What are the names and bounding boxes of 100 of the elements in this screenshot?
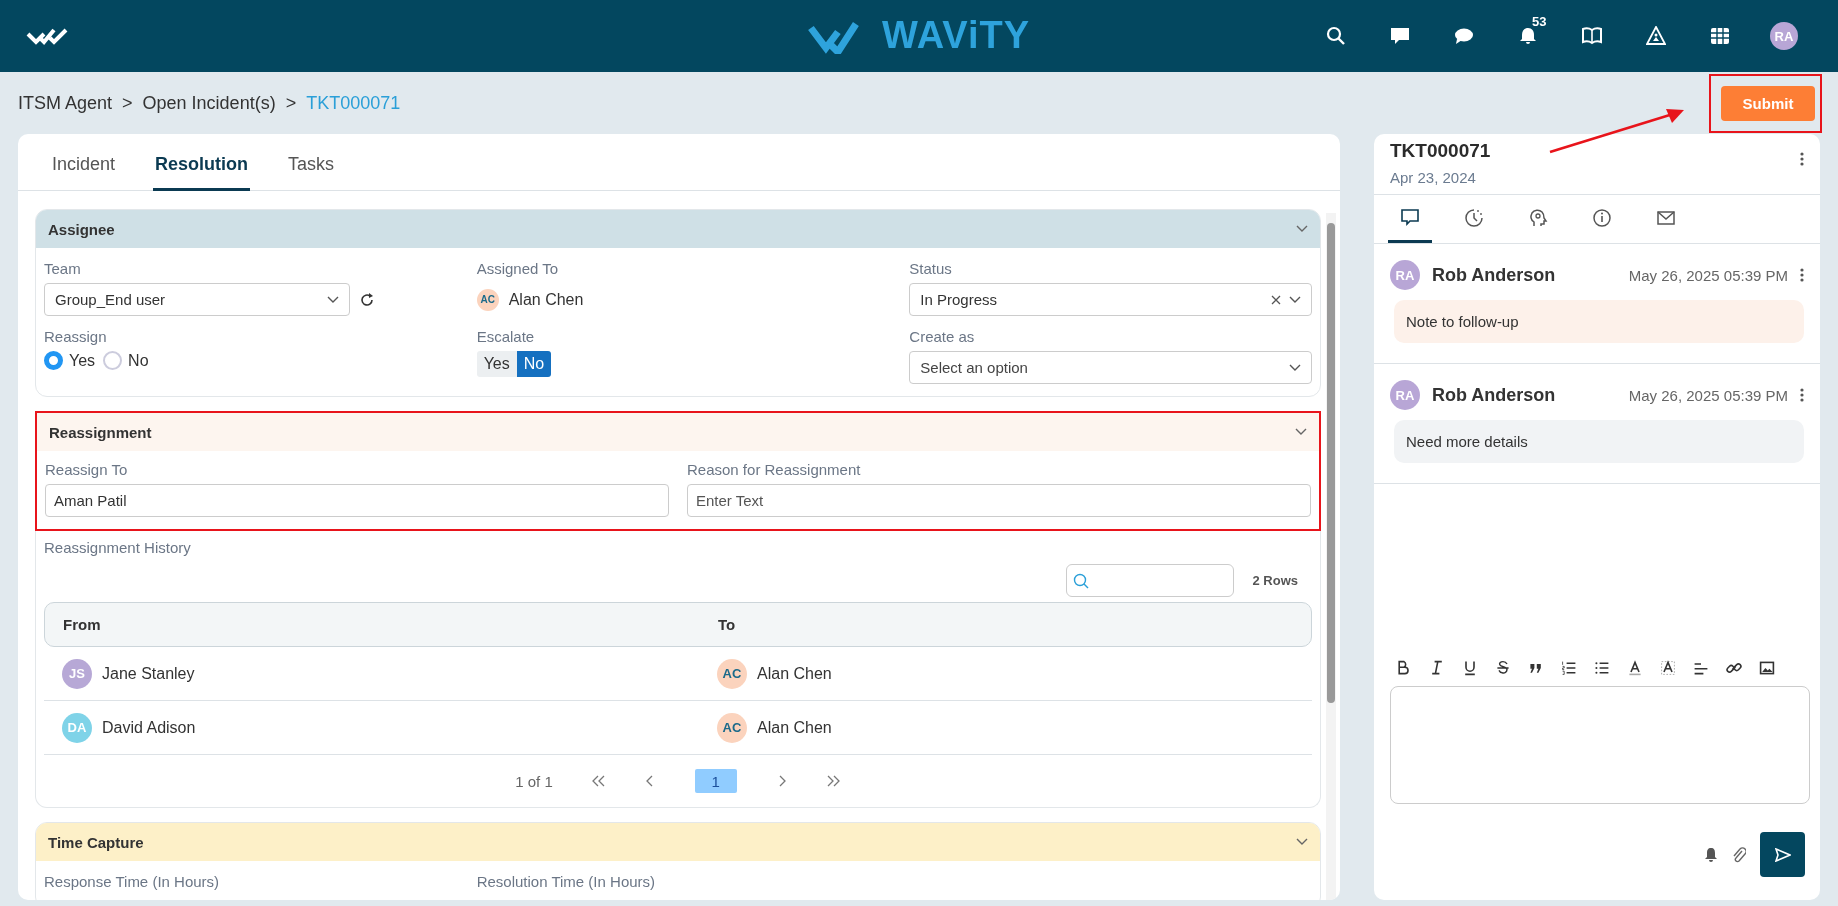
first-page-icon[interactable] bbox=[590, 775, 605, 787]
more-vertical-icon[interactable] bbox=[1800, 268, 1804, 282]
comment-time: May 26, 2025 05:39 PM bbox=[1628, 386, 1788, 404]
person-name: Alan Chen bbox=[757, 664, 832, 683]
comment-text: Need more details bbox=[1394, 420, 1804, 463]
column-header: To bbox=[718, 616, 737, 633]
page-summary: 1 of 1 bbox=[515, 772, 553, 790]
placeholder-text: Select an option bbox=[920, 359, 1029, 376]
highlight-icon[interactable] bbox=[1660, 660, 1676, 676]
comment-author: Rob Anderson bbox=[1432, 384, 1557, 406]
avatar: RA bbox=[1390, 380, 1420, 410]
chevron-down-icon bbox=[1289, 363, 1301, 372]
field-label: Response Time (In Hours) bbox=[44, 873, 221, 890]
send-button[interactable] bbox=[1760, 832, 1805, 877]
field-label: Reassign bbox=[44, 328, 108, 345]
avatar: AC bbox=[476, 288, 499, 311]
radio-circle[interactable] bbox=[103, 351, 123, 370]
section-title: Reassignment bbox=[49, 423, 152, 441]
ticket-date: Apr 23, 2024 bbox=[1390, 169, 1477, 186]
person-name: Jane Stanley bbox=[102, 664, 195, 683]
toggle-option[interactable]: No bbox=[516, 351, 552, 377]
last-page-icon[interactable] bbox=[826, 775, 841, 787]
status-select[interactable]: In Progress bbox=[909, 283, 1312, 316]
breadcrumb-separator: > bbox=[285, 92, 297, 114]
field-value: In Progress bbox=[920, 291, 999, 308]
field-label: Reassign To bbox=[45, 461, 129, 478]
clear-icon bbox=[1271, 294, 1281, 305]
chevron-down-icon bbox=[1296, 838, 1308, 846]
team-select[interactable]: Group_End user bbox=[44, 283, 350, 316]
scrollbar[interactable] bbox=[1326, 213, 1336, 900]
person-name: Alan Chen bbox=[757, 718, 832, 737]
field-label: Escalate bbox=[476, 328, 536, 345]
grid-icon[interactable] bbox=[1710, 26, 1730, 46]
subsection-title: Reassignment History bbox=[44, 539, 192, 556]
head-gear-icon bbox=[1528, 207, 1548, 228]
field-label: Reason for Reassignment bbox=[687, 461, 862, 478]
bullet-list-icon[interactable] bbox=[1594, 660, 1610, 676]
italic-icon[interactable] bbox=[1429, 660, 1445, 676]
field-label: Resolution Time (In Hours) bbox=[476, 873, 657, 890]
chevron-down-icon bbox=[1295, 428, 1307, 436]
tab[interactable]: Resolution bbox=[153, 134, 251, 191]
avatar: AC bbox=[717, 658, 747, 689]
chat-bubble-icon[interactable] bbox=[1454, 26, 1474, 46]
comment-icon bbox=[1400, 207, 1420, 228]
radio-circle[interactable] bbox=[44, 351, 63, 370]
breadcrumb-link[interactable]: ITSM Agent bbox=[18, 92, 113, 114]
tab[interactable]: Incident bbox=[50, 134, 118, 191]
check-logo-icon bbox=[26, 26, 70, 46]
field-label: Status bbox=[909, 260, 953, 277]
comment-time: May 26, 2025 05:39 PM bbox=[1628, 266, 1788, 284]
comment-author: Rob Anderson bbox=[1432, 264, 1557, 286]
chevron-down-icon bbox=[1296, 225, 1308, 233]
avatar: JS bbox=[62, 658, 92, 689]
paperclip-icon[interactable] bbox=[1732, 845, 1746, 864]
text-color-icon[interactable] bbox=[1627, 660, 1643, 676]
assignee-name: Alan Chen bbox=[508, 290, 584, 309]
avatar: RA bbox=[1390, 260, 1420, 290]
field-label: Assigned To bbox=[476, 260, 560, 277]
strikethrough-icon[interactable] bbox=[1495, 660, 1511, 676]
breadcrumb-link[interactable]: Open Incident(s) bbox=[142, 92, 276, 114]
bold-icon[interactable] bbox=[1396, 660, 1412, 676]
chevron-down-icon bbox=[327, 295, 339, 304]
warning-sign-icon[interactable] bbox=[1646, 26, 1666, 46]
person-name: David Adison bbox=[102, 718, 196, 737]
avatar: AC bbox=[717, 712, 747, 743]
reassign-to-field[interactable]: Aman Patil bbox=[45, 484, 669, 517]
underline-icon[interactable] bbox=[1462, 660, 1478, 676]
comment-text: Note to follow-up bbox=[1394, 300, 1804, 343]
create-as-select[interactable]: Select an option bbox=[909, 351, 1312, 384]
image-icon[interactable] bbox=[1759, 660, 1775, 676]
field-value: Group_End user bbox=[55, 291, 167, 308]
brand-name: WAViTY bbox=[881, 14, 1031, 57]
numbered-list-icon[interactable] bbox=[1561, 660, 1577, 676]
chevron-down-icon bbox=[1289, 295, 1301, 304]
link-icon[interactable] bbox=[1726, 660, 1742, 676]
search-icon[interactable] bbox=[1326, 26, 1346, 46]
send-icon bbox=[1774, 847, 1791, 862]
more-vertical-icon[interactable] bbox=[1800, 152, 1804, 166]
page-button[interactable]: 1 bbox=[694, 769, 737, 793]
toggle-option[interactable]: Yes bbox=[476, 351, 517, 377]
avatar: DA bbox=[62, 712, 92, 743]
more-vertical-icon[interactable] bbox=[1800, 388, 1804, 402]
book-icon[interactable] bbox=[1582, 26, 1602, 46]
section-title: Assignee bbox=[48, 220, 115, 238]
bell-icon[interactable] bbox=[1704, 846, 1718, 863]
search-icon bbox=[1073, 572, 1090, 589]
reason-field[interactable]: Enter Text bbox=[687, 484, 1311, 517]
bell-icon[interactable] bbox=[1518, 26, 1538, 46]
breadcrumb-separator: > bbox=[122, 92, 133, 114]
section-title: Time Capture bbox=[48, 833, 144, 851]
ticket-id: TKT000071 bbox=[1390, 140, 1491, 162]
align-icon[interactable] bbox=[1693, 660, 1709, 676]
radio-option[interactable]: No bbox=[103, 351, 149, 370]
breadcrumb-current: TKT000071 bbox=[306, 92, 401, 114]
column-header: From bbox=[63, 616, 102, 633]
row-count: 2 Rows bbox=[1252, 573, 1298, 588]
search-field[interactable] bbox=[1066, 564, 1235, 597]
notification-count: 53 bbox=[1532, 14, 1547, 29]
radio-option[interactable]: Yes bbox=[44, 351, 96, 370]
tab[interactable]: Tasks bbox=[286, 134, 337, 191]
